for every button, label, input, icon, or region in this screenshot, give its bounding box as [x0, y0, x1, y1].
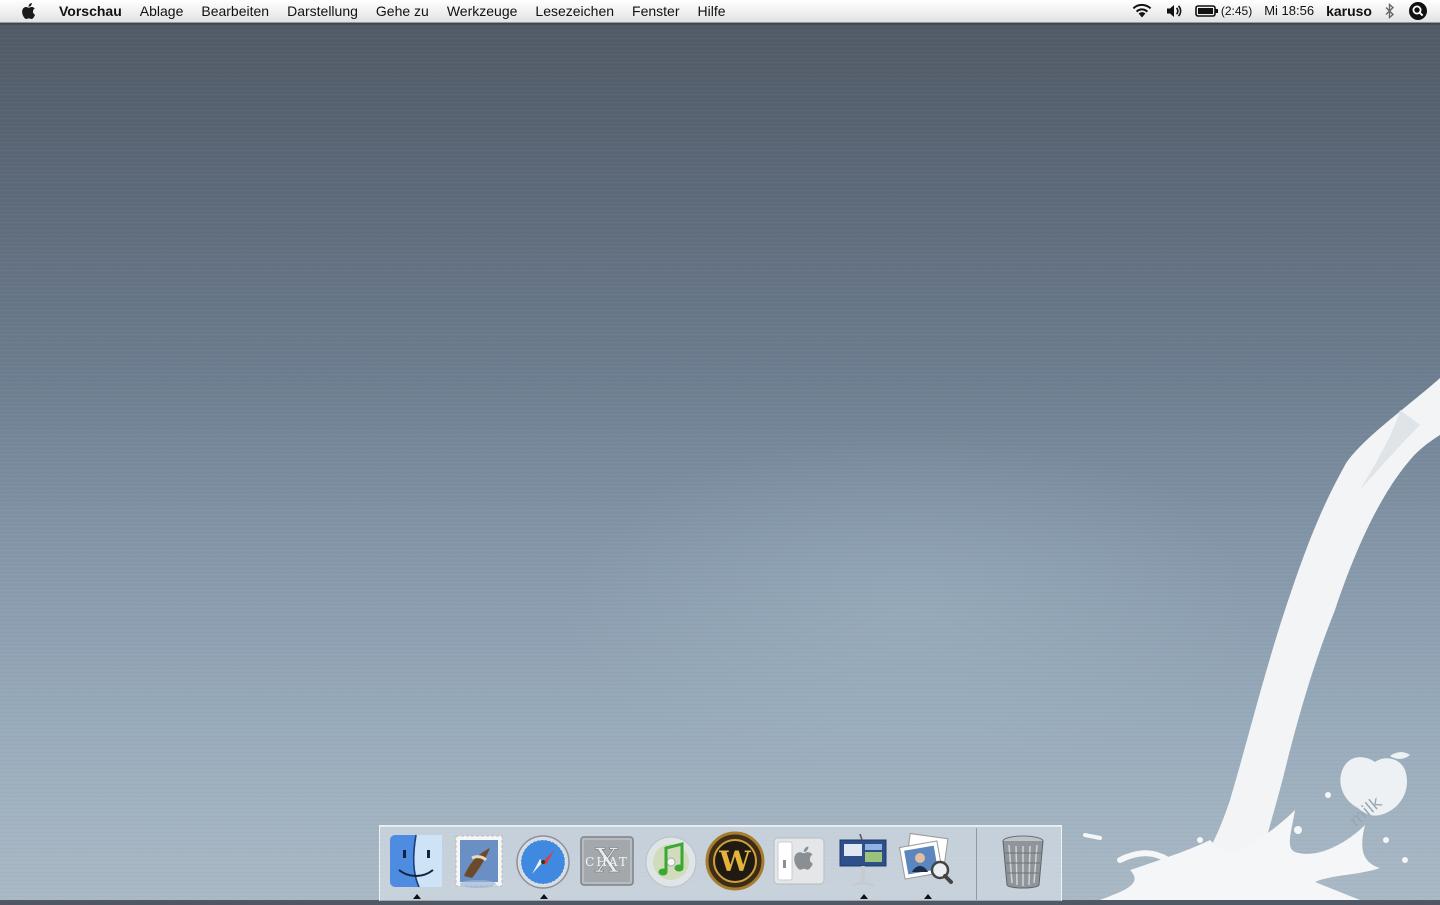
battery-time: (2:45): [1220, 4, 1253, 18]
preview-icon: [898, 832, 953, 884]
warcraft-icon: W: [705, 831, 765, 891]
apple-icon[interactable]: [17, 0, 39, 22]
dock-item-keynote[interactable]: [833, 831, 893, 899]
dock-item-warcraft[interactable]: W: [705, 831, 765, 891]
switch-icon: [773, 837, 825, 885]
spotlight-icon[interactable]: [1408, 0, 1428, 22]
dock: X CHAT W: [379, 825, 1062, 901]
milk-splash-illustration: milk: [1060, 370, 1440, 900]
running-indicator: [540, 894, 548, 899]
volume-icon[interactable]: [1165, 0, 1183, 22]
running-indicator: [924, 894, 932, 899]
trash-icon: [1002, 835, 1044, 889]
dock-separator: [976, 828, 977, 900]
menu-bar: Vorschau Ablage Bearbeiten Darstellung G…: [0, 0, 1440, 23]
running-indicator: [860, 894, 868, 899]
menu-app-name[interactable]: Vorschau: [55, 0, 131, 22]
finder-icon: [390, 834, 442, 888]
dock-item-preview[interactable]: [897, 831, 957, 899]
menu-fenster[interactable]: Fenster: [623, 0, 688, 22]
menu-darstellung[interactable]: Darstellung: [278, 0, 367, 22]
menu-extras: (2:45) Mi 18:56 karuso: [1125, 0, 1440, 22]
menu-werkzeuge[interactable]: Werkzeuge: [438, 0, 527, 22]
keynote-icon: [839, 833, 887, 888]
menu-ablage[interactable]: Ablage: [131, 0, 193, 22]
wifi-icon[interactable]: [1131, 0, 1153, 22]
dock-item-itunes[interactable]: [641, 831, 701, 891]
dock-item-safari[interactable]: [513, 831, 573, 899]
chat-icon-label: CHAT: [585, 855, 629, 869]
dock-item-finder[interactable]: [386, 831, 446, 899]
menu-bearbeiten[interactable]: Bearbeiten: [192, 0, 278, 22]
dock-item-system-switch[interactable]: [769, 831, 829, 891]
safari-icon: [516, 835, 570, 889]
svg-text:W: W: [718, 845, 751, 878]
dock-item-chat[interactable]: X CHAT: [577, 831, 637, 891]
dock-item-trash[interactable]: [993, 831, 1053, 891]
mail-icon: [455, 835, 503, 888]
menu-gehe-zu[interactable]: Gehe zu: [367, 0, 438, 22]
menu-user[interactable]: karuso: [1326, 0, 1372, 22]
dock-item-mail[interactable]: [449, 831, 509, 891]
menu-hilfe[interactable]: Hilfe: [689, 0, 735, 22]
menu-clock[interactable]: Mi 18:56: [1264, 0, 1314, 22]
battery-icon[interactable]: (2:45): [1195, 0, 1252, 22]
itunes-icon: [645, 836, 697, 888]
bluetooth-icon[interactable]: [1384, 0, 1396, 22]
menu-lesezeichen[interactable]: Lesezeichen: [526, 0, 623, 22]
running-indicator: [413, 894, 421, 899]
